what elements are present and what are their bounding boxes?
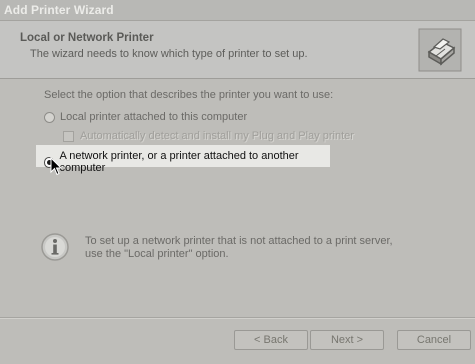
wizard-content: Select the option that describes the pri… [0,79,475,317]
network-printer-label[interactable]: A network printer, or a printer attached… [59,150,330,174]
auto-detect-label: Automatically detect and install my Plug… [80,130,354,142]
mouse-cursor-icon [50,157,63,176]
back-button[interactable]: < Back [234,330,308,350]
add-printer-wizard-window: Add Printer Wizard Local or Network Prin… [0,0,475,364]
network-printer-option[interactable]: A network printer, or a printer attached… [44,150,330,174]
local-printer-label[interactable]: Local printer attached to this computer [60,111,247,123]
auto-detect-option: Automatically detect and install my Plug… [63,130,354,142]
footer-divider [0,317,475,319]
info-icon [41,233,69,261]
window-title: Add Printer Wizard [4,3,114,17]
page-subtitle: The wizard needs to know which type of p… [30,48,308,60]
info-line-1: To set up a network printer that is not … [85,235,393,247]
info-line-2: use the "Local printer" option. [85,248,229,260]
title-bar[interactable]: Add Printer Wizard [0,0,475,21]
page-title: Local or Network Printer [20,32,154,44]
instruction-text: Select the option that describes the pri… [44,89,334,101]
auto-detect-checkbox [63,130,74,142]
local-printer-radio[interactable] [44,111,55,123]
local-printer-option[interactable]: Local printer attached to this computer [44,111,247,123]
info-message: To set up a network printer that is not … [85,235,393,261]
printer-icon [418,28,462,72]
next-button[interactable]: Next > [310,330,384,350]
cancel-button[interactable]: Cancel [397,330,471,350]
network-printer-option-highlight[interactable]: A network printer, or a printer attached… [36,145,330,174]
wizard-header: Local or Network Printer The wizard need… [0,21,475,79]
